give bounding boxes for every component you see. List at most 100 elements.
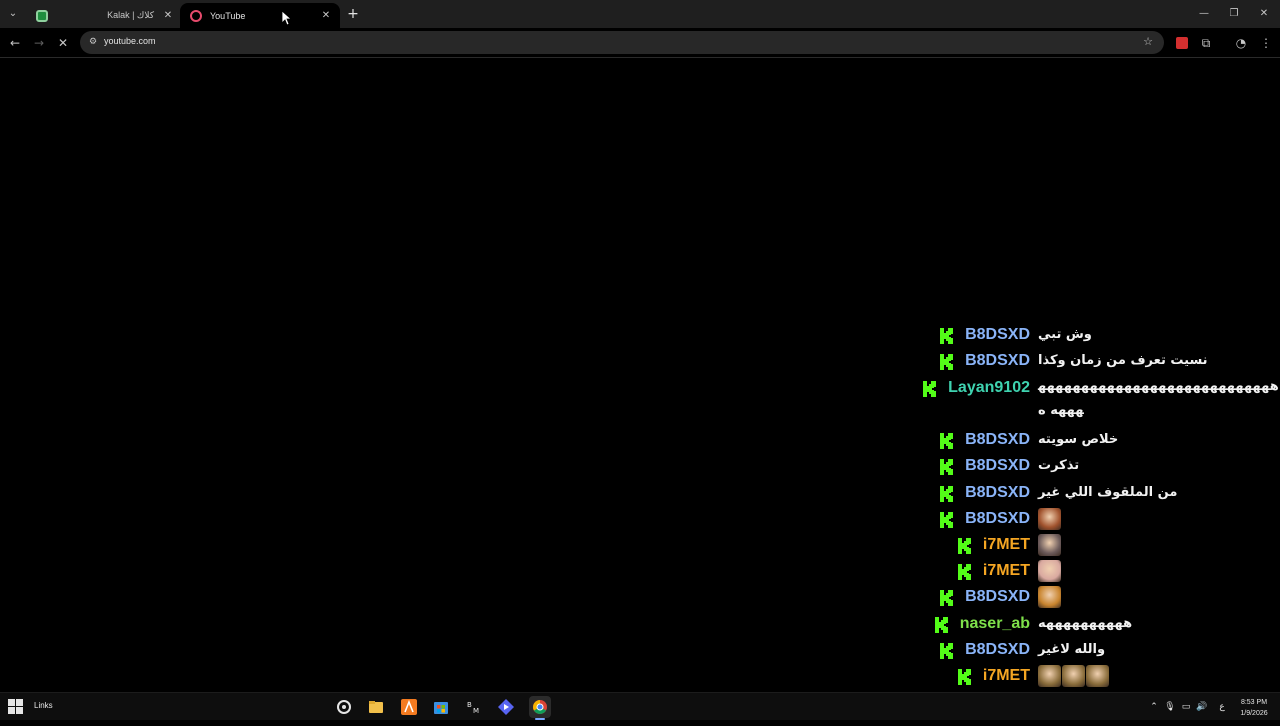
chat-username[interactable]: B8DSXD xyxy=(965,637,1030,663)
chat-message: B8DSXD من الملقوف اللي غير xyxy=(940,480,1280,506)
chat-username[interactable]: B8DSXD xyxy=(965,480,1030,506)
kick-badge-icon xyxy=(940,643,954,659)
kick-badge-icon xyxy=(940,328,954,344)
kalak-favicon-icon xyxy=(36,9,48,22)
stop-loading-icon[interactable]: ✕ xyxy=(52,32,74,54)
chat-message: B8DSXD تذكرت xyxy=(940,453,1280,479)
emote-image xyxy=(1038,665,1061,687)
extensions-puzzle-icon[interactable]: ⧉ xyxy=(1195,32,1217,54)
network-icon[interactable]: ▭ xyxy=(1179,699,1193,715)
chat-message: B8DSXD xyxy=(940,506,1280,532)
youtube-loading-favicon-icon xyxy=(190,9,202,22)
chat-username[interactable]: i7MET xyxy=(983,663,1030,689)
chat-message-text: هههههههههههههههههههههههههههههههه ه xyxy=(1038,379,1279,418)
profile-icon[interactable]: ◔ xyxy=(1230,32,1252,54)
kick-badge-icon xyxy=(957,538,971,554)
chat-message-text xyxy=(1038,558,1280,584)
address-bar[interactable]: ⚙ youtube.com ☆ xyxy=(80,31,1164,54)
diamond-app-icon[interactable] xyxy=(495,696,517,718)
chat-username[interactable]: Layan9102 xyxy=(948,375,1030,401)
tab-kalak[interactable]: Kalak | كلاك ✕ xyxy=(26,3,182,28)
back-arrow-icon[interactable]: ← xyxy=(4,32,26,54)
browser-toolbar: ← → ✕ ⚙ youtube.com ☆ ⧉ ◔ ⋮ xyxy=(0,28,1280,58)
chat-username[interactable]: B8DSXD xyxy=(965,506,1030,532)
url-text[interactable]: youtube.com xyxy=(104,36,156,46)
kick-badge-icon xyxy=(934,617,948,633)
microphone-icon[interactable]: 🎙 xyxy=(1163,699,1177,715)
chat-username[interactable]: B8DSXD xyxy=(965,453,1030,479)
chat-username[interactable]: B8DSXD xyxy=(965,584,1030,610)
chat-message-text: نسيت تعرف من زمان وكذا xyxy=(1038,353,1208,368)
svg-text:M: M xyxy=(473,707,479,715)
tab-youtube[interactable]: YouTube ✕ xyxy=(180,3,340,28)
window-close-icon[interactable]: ✕ xyxy=(1248,0,1280,28)
kick-badge-icon xyxy=(940,590,954,606)
clock-date: 1/9/2026 xyxy=(1240,710,1268,717)
svg-text:B: B xyxy=(467,701,472,709)
chat-message-text: وش تبي xyxy=(1038,327,1092,342)
chat-message: i7MET xyxy=(957,532,1280,558)
chat-username[interactable]: i7MET xyxy=(983,532,1030,558)
bm-app-icon[interactable]: BM xyxy=(463,696,485,718)
chat-username[interactable]: i7MET xyxy=(983,558,1030,584)
kick-badge-icon xyxy=(940,354,954,370)
chat-message: B8DSXD وش تبي xyxy=(940,322,1280,348)
chat-message: B8DSXD xyxy=(940,584,1280,610)
chat-message: B8DSXD خلاص سويته xyxy=(940,427,1280,453)
emote-image xyxy=(1086,665,1109,687)
show-hidden-icons-chevron-icon[interactable]: ⌃ xyxy=(1147,699,1161,715)
chat-message: Layan9102 ههههههههههههههههههههههههههههههه… xyxy=(923,375,1280,423)
tab-title: YouTube xyxy=(210,10,246,21)
minimize-icon[interactable]: — xyxy=(1188,0,1220,28)
chat-username[interactable]: B8DSXD xyxy=(965,427,1030,453)
chat-username[interactable]: B8DSXD xyxy=(965,348,1030,374)
kick-badge-icon xyxy=(940,486,954,502)
kick-badge-icon xyxy=(940,459,954,475)
chat-message-text xyxy=(1038,532,1280,558)
taskbar: Links BM ⌃ 🎙 ▭ 🔊 ع 8:53 PM 1/9/2026 xyxy=(0,692,1280,720)
kick-badge-icon xyxy=(923,381,937,397)
links-toolbar-label[interactable]: Links xyxy=(34,701,53,710)
tab-strip: ⌄ Kalak | كلاك ✕ YouTube ✕ + — ❐ ✕ xyxy=(0,0,1280,28)
language-indicator[interactable]: ع xyxy=(1215,699,1229,715)
extension-red-icon[interactable] xyxy=(1171,32,1193,54)
windows-start-icon[interactable] xyxy=(8,699,24,715)
kick-badge-icon xyxy=(940,433,954,449)
more-menu-icon[interactable]: ⋮ xyxy=(1255,32,1277,54)
system-clock[interactable]: 8:53 PM 1/9/2026 xyxy=(1234,697,1274,719)
emote-image xyxy=(1038,534,1061,556)
emote-image xyxy=(1062,665,1085,687)
kick-badge-icon xyxy=(957,564,971,580)
chat-message: B8DSXD نسيت تعرف من زمان وكذا xyxy=(940,348,1280,374)
file-explorer-icon[interactable] xyxy=(365,696,387,718)
chat-username[interactable]: naser_ab xyxy=(960,611,1030,637)
app-orange-icon[interactable] xyxy=(398,696,420,718)
chat-message: naser_ab ههههههههههه xyxy=(934,611,1280,637)
chat-username[interactable]: B8DSXD xyxy=(965,322,1030,348)
tab-title: Kalak | كلاك xyxy=(107,10,154,20)
new-tab-plus-icon[interactable]: + xyxy=(344,5,362,23)
chat-message-text: ههههههههههه xyxy=(1038,616,1133,631)
emote-image xyxy=(1038,508,1061,530)
kick-badge-icon xyxy=(957,669,971,685)
forward-arrow-icon[interactable]: → xyxy=(28,32,50,54)
volume-icon[interactable]: 🔊 xyxy=(1195,699,1209,715)
clock-time: 8:53 PM xyxy=(1240,699,1268,706)
chat-message-text xyxy=(1038,506,1280,532)
tab-close-icon[interactable]: ✕ xyxy=(318,8,334,24)
steam-icon[interactable] xyxy=(333,696,355,718)
restore-icon[interactable]: ❐ xyxy=(1218,0,1250,28)
kick-badge-icon xyxy=(940,512,954,528)
chat-message-text: من الملقوف اللي غير xyxy=(1038,485,1178,500)
chat-message: i7MET xyxy=(957,558,1280,584)
microsoft-store-icon[interactable] xyxy=(430,696,452,718)
chat-message-text xyxy=(1038,584,1280,610)
emote-image xyxy=(1038,560,1061,582)
bookmark-star-icon[interactable]: ☆ xyxy=(1140,34,1156,50)
chrome-icon[interactable] xyxy=(529,696,551,720)
tab-close-icon[interactable]: ✕ xyxy=(160,8,176,24)
site-info-icon[interactable]: ⚙ xyxy=(86,35,100,49)
chat-message-text: تذكرت xyxy=(1038,458,1080,473)
tab-search-icon[interactable]: ⌄ xyxy=(4,5,22,23)
chat-message-text: خلاص سويته xyxy=(1038,432,1119,447)
